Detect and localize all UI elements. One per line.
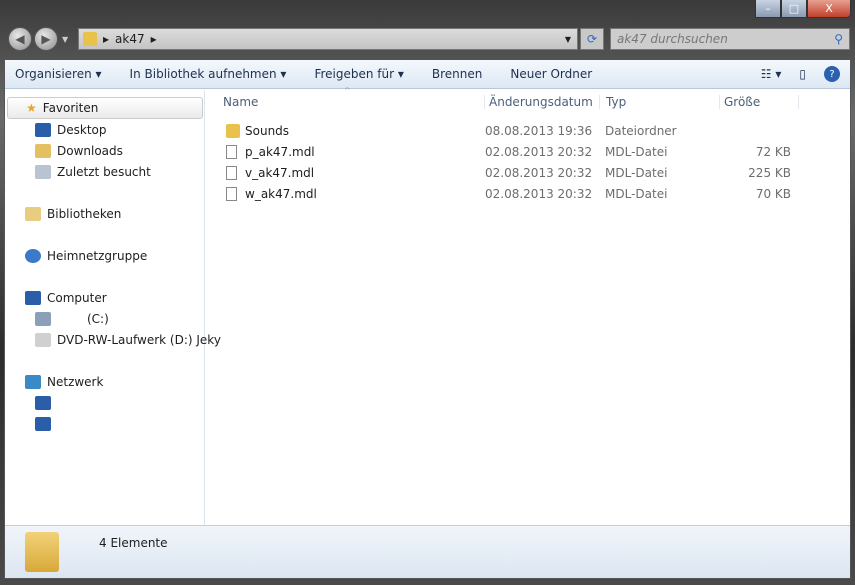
file-type: MDL-Datei <box>605 166 668 180</box>
sidebar-item-desktop[interactable]: Desktop <box>35 123 107 137</box>
minimize-button[interactable]: – <box>755 0 781 18</box>
navigation: ◀ ▶ ▼ <box>8 27 68 51</box>
libraries-icon <box>25 207 41 221</box>
breadcrumb-arrow-icon[interactable]: ▸ <box>151 32 157 46</box>
desktop-icon <box>35 123 51 137</box>
explorer-pane: Organisieren ▾ In Bibliothek aufnehmen ▾… <box>4 59 851 579</box>
file-row[interactable]: w_ak47.mdl 02.08.2013 20:32 MDL-Datei 70… <box>226 184 810 204</box>
network-computer-icon <box>35 396 51 410</box>
sidebar-item-network[interactable]: Netzwerk <box>25 375 103 389</box>
address-bar[interactable]: ▸ ak47 ▸ ▼ <box>78 28 578 50</box>
folder-icon <box>226 124 240 138</box>
column-header-name[interactable]: Name <box>223 95 258 109</box>
navigation-pane: ★ Favoriten Desktop Downloads Zuletzt bes… <box>5 90 221 526</box>
sort-ascending-icon: ^ <box>344 86 351 95</box>
column-header-type[interactable]: Typ <box>599 95 626 109</box>
sidebar-item-network-pc-1[interactable] <box>35 396 51 410</box>
folder-icon <box>25 532 59 572</box>
file-name: v_ak47.mdl <box>245 166 315 180</box>
sidebar-item-computer[interactable]: Computer <box>25 291 107 305</box>
computer-icon <box>25 291 41 305</box>
back-button[interactable]: ◀ <box>8 27 32 51</box>
file-date: 08.08.2013 19:36 <box>485 124 593 138</box>
recent-pages-dropdown[interactable]: ▼ <box>62 35 68 44</box>
burn-button[interactable]: Brennen <box>432 67 482 81</box>
sidebar-item-homegroup[interactable]: Heimnetzgruppe <box>25 249 147 263</box>
column-header-size[interactable]: Größe <box>719 95 799 109</box>
sidebar-item-recent[interactable]: Zuletzt besucht <box>35 165 151 179</box>
hard-drive-icon <box>35 312 51 326</box>
file-type: Dateiordner <box>605 124 677 138</box>
file-date: 02.08.2013 20:32 <box>485 166 593 180</box>
sidebar-item-drive-c[interactable]: (C:) <box>35 312 109 326</box>
sidebar-item-favorites[interactable]: ★ Favoriten <box>7 97 203 119</box>
file-list: ^ Name Änderungsdatum Typ Größe Sounds 0… <box>206 86 850 526</box>
file-row[interactable]: Sounds 08.08.2013 19:36 Dateiordner <box>226 121 810 141</box>
folder-icon <box>83 32 97 46</box>
item-count: 4 Elemente <box>99 536 168 550</box>
new-folder-button[interactable]: Neuer Ordner <box>510 67 592 81</box>
preview-pane-icon[interactable]: ▯ <box>799 67 806 81</box>
breadcrumb-ak47[interactable]: ak47 <box>115 32 145 46</box>
downloads-icon <box>35 144 51 158</box>
close-button[interactable]: X <box>807 0 851 18</box>
file-name: w_ak47.mdl <box>245 187 317 201</box>
breadcrumb-arrow-icon[interactable]: ▸ <box>103 32 109 46</box>
search-placeholder: ak47 durchsuchen <box>617 32 728 46</box>
file-size: 225 KB <box>748 166 791 180</box>
homegroup-icon <box>25 249 41 263</box>
refresh-button[interactable]: ⟳ <box>580 28 604 50</box>
details-pane: 4 Elemente <box>5 525 850 578</box>
file-icon <box>226 145 237 159</box>
file-name: Sounds <box>245 124 290 138</box>
file-size: 72 KB <box>755 145 791 159</box>
file-icon <box>226 187 237 201</box>
file-row[interactable]: v_ak47.mdl 02.08.2013 20:32 MDL-Datei 22… <box>226 163 810 183</box>
sidebar-item-downloads[interactable]: Downloads <box>35 144 123 158</box>
maximize-button[interactable]: □ <box>781 0 807 18</box>
command-bar: Organisieren ▾ In Bibliothek aufnehmen ▾… <box>5 60 850 89</box>
sidebar-item-network-pc-2[interactable] <box>35 417 51 431</box>
search-input[interactable]: ak47 durchsuchen ⚲ <box>610 28 850 50</box>
column-header-date[interactable]: Änderungsdatum <box>484 95 593 109</box>
file-date: 02.08.2013 20:32 <box>485 145 593 159</box>
forward-button[interactable]: ▶ <box>34 27 58 51</box>
sidebar-item-libraries[interactable]: Bibliotheken <box>25 207 121 221</box>
file-row[interactable]: p_ak47.mdl 02.08.2013 20:32 MDL-Datei 72… <box>226 142 810 162</box>
search-icon[interactable]: ⚲ <box>834 32 843 46</box>
view-options-icon[interactable]: ☷ ▾ <box>761 67 782 81</box>
share-with-button[interactable]: Freigeben für ▾ <box>314 67 403 81</box>
address-dropdown-icon[interactable]: ▼ <box>565 35 571 44</box>
file-size: 70 KB <box>755 187 791 201</box>
network-icon <box>25 375 41 389</box>
file-date: 02.08.2013 20:32 <box>485 187 593 201</box>
organize-button[interactable]: Organisieren ▾ <box>15 67 102 81</box>
file-name: p_ak47.mdl <box>245 145 315 159</box>
file-type: MDL-Datei <box>605 187 668 201</box>
help-icon[interactable]: ? <box>824 66 840 82</box>
dvd-drive-icon <box>35 333 51 347</box>
sidebar-item-drive-d[interactable]: DVD-RW-Laufwerk (D:) Jeky <box>35 333 221 347</box>
star-icon: ★ <box>26 101 37 115</box>
recent-places-icon <box>35 165 51 179</box>
window-controls: – □ X <box>755 0 851 18</box>
include-in-library-button[interactable]: In Bibliothek aufnehmen ▾ <box>130 67 287 81</box>
file-type: MDL-Datei <box>605 145 668 159</box>
network-computer-icon <box>35 417 51 431</box>
file-icon <box>226 166 237 180</box>
